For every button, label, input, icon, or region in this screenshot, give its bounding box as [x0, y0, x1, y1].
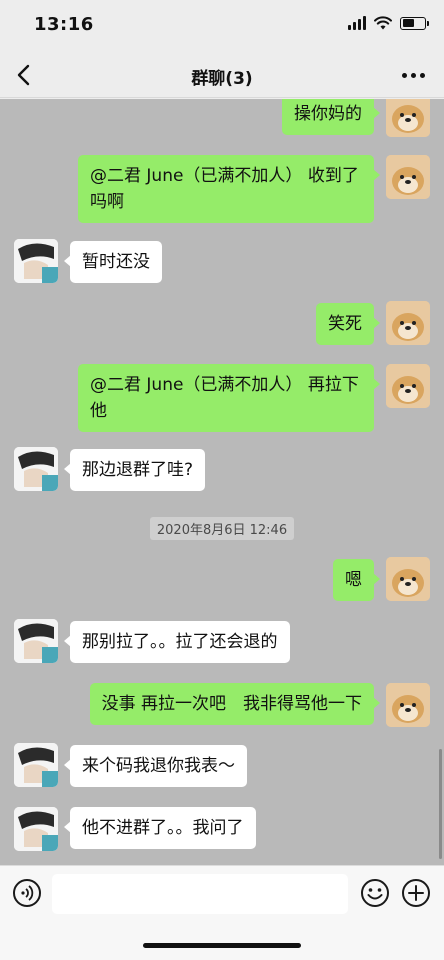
signal-icon	[348, 16, 366, 30]
avatar-self[interactable]	[386, 155, 430, 199]
avatar-self[interactable]	[386, 364, 430, 408]
wifi-icon	[374, 16, 392, 30]
message-bubble[interactable]: @二君 June（已满不加人） 收到了吗啊	[78, 155, 380, 223]
chat-area[interactable]: 操你妈的 @二君 June（已满不加人） 收到了吗啊 暂时还没 笑死 @二君 J…	[0, 99, 444, 865]
message-bubble[interactable]: 没事 再拉一次吧 我非得骂他一下	[89, 683, 381, 725]
scrollbar[interactable]	[439, 749, 442, 859]
status-time: 13:16	[34, 14, 94, 35]
avatar-other[interactable]	[14, 807, 58, 851]
message-bubble[interactable]: @二君 June（已满不加人） 再拉下他	[78, 364, 380, 432]
home-indicator[interactable]	[143, 943, 301, 948]
voice-icon[interactable]	[12, 878, 42, 908]
message-bubble[interactable]: 嗯	[333, 559, 380, 601]
message-bubble[interactable]: 操你妈的	[282, 99, 380, 135]
chat-title: 群聊(3)	[191, 69, 253, 89]
plus-icon[interactable]	[401, 878, 431, 908]
avatar-self[interactable]	[386, 557, 430, 601]
avatar-self[interactable]	[386, 99, 430, 137]
message-bubble[interactable]: 那别拉了。。拉了还会退的	[64, 621, 290, 663]
avatar-other[interactable]	[14, 447, 58, 491]
emoji-icon[interactable]	[360, 878, 390, 908]
avatar-other[interactable]	[14, 239, 58, 283]
avatar-self[interactable]	[386, 301, 430, 345]
avatar-other[interactable]	[14, 619, 58, 663]
message-bubble[interactable]: 那边退群了哇?	[63, 449, 206, 491]
battery-icon	[400, 16, 429, 30]
message-bubble[interactable]: 他不进群了。。我问了	[64, 807, 256, 849]
message-bubble[interactable]: 笑死	[316, 303, 380, 345]
more-dots-icon[interactable]	[402, 66, 428, 84]
status-icons	[348, 16, 429, 30]
message-bubble[interactable]: 暂时还没	[64, 241, 162, 283]
avatar-other[interactable]	[14, 743, 58, 787]
nav-bar: 群聊(3)	[0, 52, 444, 98]
status-bar: 13:16	[0, 0, 444, 52]
message-bubble[interactable]: 来个码我退你我表～	[64, 745, 247, 787]
message-timestamp: 2020年8月6日 12:46	[0, 517, 444, 540]
message-input[interactable]	[52, 874, 348, 914]
avatar-self[interactable]	[386, 683, 430, 727]
